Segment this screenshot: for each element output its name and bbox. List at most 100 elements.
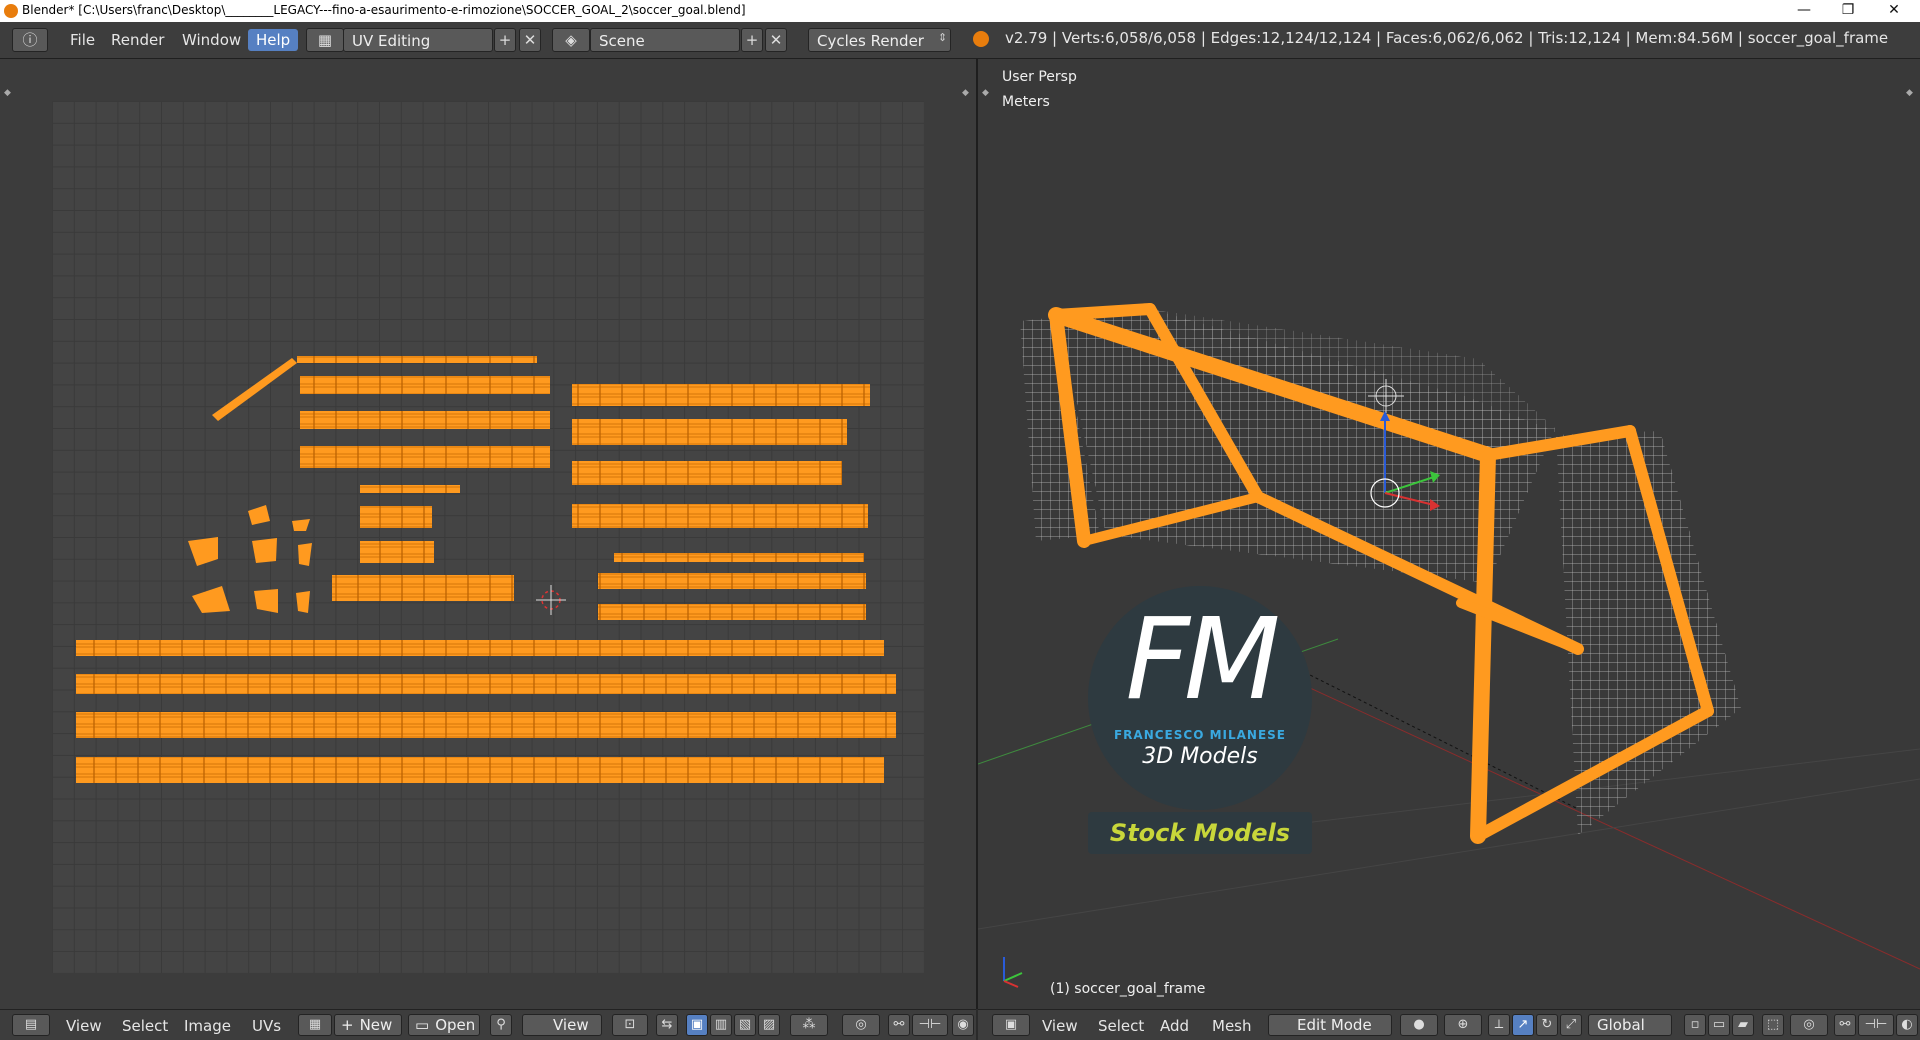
uv-island [188, 537, 218, 566]
scene-field[interactable]: Scene [590, 28, 740, 52]
render-engine-select[interactable]: Cycles Render [808, 28, 951, 52]
watermark-fm: FM [1125, 595, 1280, 725]
area-split-corner-icon[interactable]: ◆ [4, 89, 12, 98]
3d-menu-mesh[interactable]: Mesh [1208, 1016, 1256, 1036]
translate-manipulator-icon[interactable]: ↗ [1512, 1014, 1534, 1036]
render-preview-icon[interactable]: ◐ [1896, 1014, 1918, 1036]
edge-select-icon[interactable]: ▥ [710, 1014, 732, 1036]
uv-island [572, 504, 868, 528]
uv-island [598, 604, 866, 620]
uv-island [254, 589, 278, 613]
snap-icon[interactable]: ⚯ [888, 1014, 910, 1036]
sync-select-icon[interactable]: ⇆ [656, 1014, 678, 1036]
minimize-button[interactable]: — [1782, 0, 1826, 22]
pivot-icon[interactable]: ⊡ [612, 1014, 648, 1036]
scene-icon[interactable]: ◈ [552, 28, 590, 52]
uv-grid[interactable] [52, 101, 924, 973]
mask-icon[interactable]: ◉ [952, 1014, 974, 1036]
scale-manipulator-icon[interactable]: ⤢ [1560, 1014, 1582, 1036]
snap-magnet-icon[interactable]: ⚯ [1834, 1014, 1856, 1036]
add-scene-icon[interactable]: + [741, 28, 763, 52]
rotate-manipulator-icon[interactable]: ↻ [1536, 1014, 1558, 1036]
2d-cursor-icon [536, 585, 566, 615]
proportional-edit-icon[interactable]: ◎ [842, 1014, 880, 1036]
info-editor-type-icon[interactable]: ⓘ [12, 28, 48, 52]
uv-menu-view[interactable]: View [62, 1016, 106, 1036]
uv-island [572, 384, 870, 406]
3d-menu-add[interactable]: Add [1156, 1016, 1193, 1036]
uv-island [598, 573, 866, 589]
blender-app-icon [4, 4, 18, 18]
chevron-updown-icon: ⇕ [938, 31, 948, 44]
uv-island [248, 505, 270, 525]
shading-sphere-icon[interactable]: ● [1400, 1014, 1438, 1036]
remove-scene-icon[interactable]: ✕ [765, 28, 787, 52]
uv-island [76, 712, 896, 738]
image-browse-icon[interactable]: ▦ [298, 1014, 332, 1036]
view3d-header: ▣ View Select Add Mesh Edit Mode ● ⊕ ⟂ ↗… [978, 1009, 1920, 1040]
transform-orientation-select[interactable]: Global [1588, 1014, 1672, 1036]
proportional-editing-icon[interactable]: ◎ [1790, 1014, 1828, 1036]
snap-target-icon[interactable]: ⊣⊢ [1858, 1014, 1894, 1036]
edit-mode-select[interactable]: Edit Mode [1268, 1014, 1392, 1036]
uv-island [300, 411, 550, 429]
menu-window[interactable]: Window [174, 29, 249, 51]
menu-file[interactable]: File [62, 29, 103, 51]
uv-image-editor[interactable]: ◆ ◆ [0, 59, 976, 1009]
island-select-icon[interactable]: ▨ [758, 1014, 780, 1036]
vertex-select-icon[interactable]: ▣ [686, 1014, 708, 1036]
face-select-icon[interactable]: ▧ [734, 1014, 756, 1036]
window-titlebar: Blender* [C:\Users\franc\Desktop\_______… [0, 0, 1920, 22]
view-mode-select[interactable]: View [522, 1014, 602, 1036]
uv-island [572, 461, 842, 485]
uv-island [292, 519, 310, 531]
3d-menu-view[interactable]: View [1038, 1016, 1082, 1036]
uv-island [192, 586, 230, 613]
new-image-button[interactable]: + New [334, 1014, 402, 1036]
pivot-point-icon[interactable]: ⊕ [1444, 1014, 1482, 1036]
active-object-label: (1) soccer_goal_frame [1050, 981, 1206, 997]
watermark-author: FRANCESCO MILANESE [1113, 728, 1287, 742]
info-header: ⓘ File Render Window Help ▦ UV Editing +… [0, 22, 1920, 59]
watermark-subtitle: 3D Models [1142, 744, 1258, 769]
remove-layout-icon[interactable]: ✕ [519, 28, 541, 52]
new-image-label: New [359, 1016, 393, 1034]
vertex-select-mode-icon[interactable]: ▫ [1684, 1014, 1706, 1036]
open-image-button[interactable]: ▭ Open [408, 1014, 480, 1036]
screen-layout-field[interactable]: UV Editing [343, 28, 493, 52]
pin-icon[interactable]: ⚲ [490, 1014, 512, 1036]
sticky-select-icon[interactable]: ⁂ [790, 1014, 828, 1036]
menu-help[interactable]: Help [248, 29, 299, 51]
watermark-tag-text: Stock Models [1109, 819, 1291, 847]
uv-island [252, 538, 277, 563]
uv-menu-select[interactable]: Select [118, 1016, 172, 1036]
uv-island [332, 575, 514, 601]
watermark-tag: Stock Models [1088, 812, 1312, 854]
orientation-axis-icon [1003, 957, 1023, 988]
uv-menu-image[interactable]: Image [180, 1016, 235, 1036]
window-title: Blender* [C:\Users\franc\Desktop\_______… [22, 3, 746, 17]
uv-editor-header: ▤ View Select Image UVs ▦ + New ▭ Open ⚲ V… [0, 1009, 976, 1040]
watermark-logo: FM FRANCESCO MILANESE 3D Models [1088, 586, 1312, 810]
3d-menu-select[interactable]: Select [1094, 1016, 1148, 1036]
menu-render[interactable]: Render [103, 29, 172, 51]
layout-icon[interactable]: ▦ [306, 28, 344, 52]
area-split-corner-icon[interactable]: ◆ [962, 89, 970, 98]
editor-type-icon[interactable]: ▤ [12, 1014, 50, 1036]
cube-icon[interactable]: ▣ [992, 1014, 1030, 1036]
uv-island [296, 591, 310, 613]
occlude-geometry-icon[interactable]: ⬚ [1762, 1014, 1784, 1036]
face-select-mode-icon[interactable]: ▰ [1732, 1014, 1754, 1036]
view-mode-label: View [553, 1016, 589, 1034]
uv-menu-uvs[interactable]: UVs [248, 1016, 285, 1036]
snap-element-icon[interactable]: ⊣⊢ [912, 1014, 948, 1036]
manipulator-toggle-icon[interactable]: ⟂ [1488, 1014, 1510, 1036]
add-layout-icon[interactable]: + [494, 28, 516, 52]
orientation-label: Global [1597, 1016, 1645, 1034]
close-button[interactable]: ✕ [1872, 0, 1916, 22]
3d-viewport[interactable]: ◆ ◆ User Persp Meters FM FRANCESCO MILAN… [978, 59, 1920, 1009]
open-image-label: Open [435, 1016, 476, 1034]
maximize-button[interactable]: ❐ [1826, 0, 1870, 22]
edge-select-mode-icon[interactable]: ▭ [1708, 1014, 1730, 1036]
uv-island [300, 376, 550, 394]
